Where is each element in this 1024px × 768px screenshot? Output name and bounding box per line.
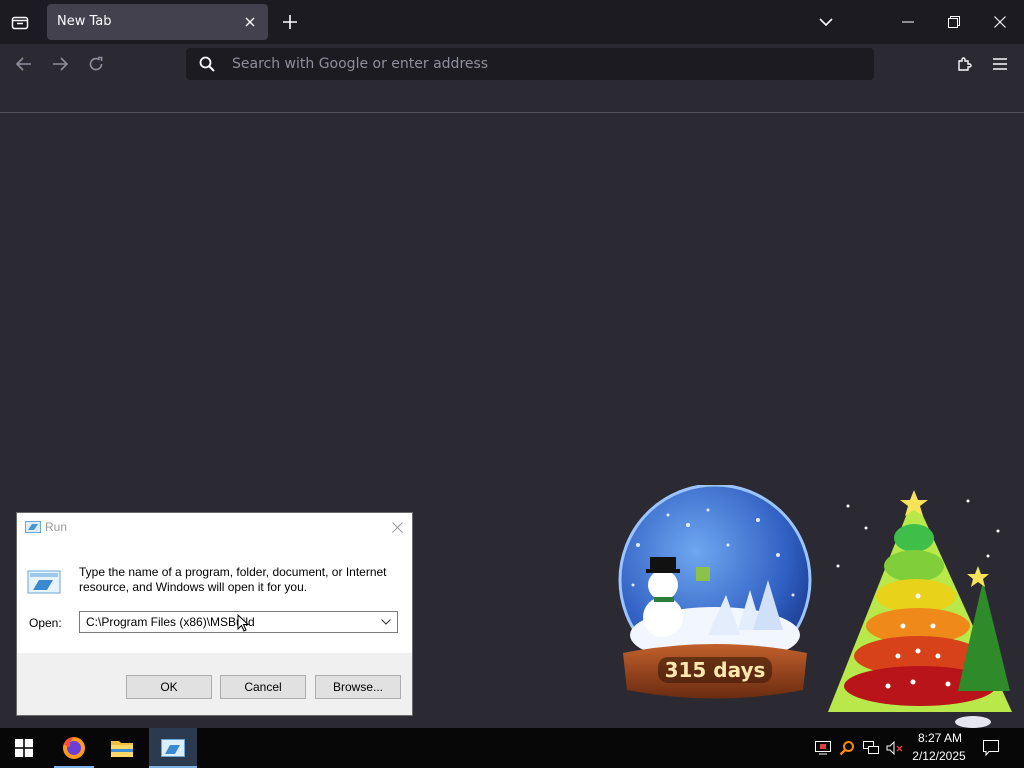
cancel-button[interactable]: Cancel	[220, 675, 306, 699]
browse-button[interactable]: Browse...	[315, 675, 401, 699]
open-input[interactable]: C:\Program Files (x86)\MSBuild	[86, 615, 255, 629]
ok-button[interactable]: OK	[126, 675, 212, 699]
firefox-view-icon[interactable]	[6, 8, 34, 36]
address-bar[interactable]	[186, 48, 874, 80]
christmas-tree-widget	[828, 490, 1012, 728]
url-input[interactable]	[232, 48, 832, 80]
bookmarks-toolbar	[0, 84, 1024, 113]
run-description: Type the name of a program, folder, docu…	[79, 565, 387, 594]
plus-icon[interactable]	[278, 8, 302, 36]
run-program-icon	[27, 569, 61, 600]
minimize-icon[interactable]	[894, 8, 922, 36]
reload-icon[interactable]	[82, 50, 110, 78]
clock-time[interactable]: 8:27 AM	[912, 731, 968, 745]
menu-icon[interactable]	[986, 50, 1014, 78]
volume-muted-icon[interactable]	[883, 728, 907, 768]
mouse-cursor-icon	[237, 613, 250, 637]
run-title: Run	[45, 520, 68, 534]
clock-date[interactable]: 2/12/2025	[908, 749, 970, 763]
run-body: Type the name of a program, folder, docu…	[17, 541, 412, 653]
search-tool-icon[interactable]	[835, 728, 859, 768]
windows-start-icon[interactable]	[0, 728, 48, 768]
network-icon[interactable]	[859, 728, 883, 768]
restore-icon[interactable]	[940, 8, 968, 36]
tab-bar: New Tab	[0, 0, 1024, 44]
open-label: Open:	[29, 616, 62, 630]
navigation-bar	[0, 44, 1024, 84]
close-icon[interactable]	[240, 12, 260, 32]
run-dialog: Run Type the name of a program, folder, …	[16, 512, 413, 716]
tab-title: New Tab	[57, 14, 112, 29]
firefox-icon[interactable]	[50, 728, 98, 768]
file-explorer-icon[interactable]	[98, 728, 146, 768]
forward-icon[interactable]	[46, 50, 74, 78]
chevron-down-icon[interactable]	[813, 8, 839, 36]
search-icon	[198, 55, 216, 73]
close-icon[interactable]	[386, 516, 408, 538]
run-taskbar-icon[interactable]	[149, 728, 197, 768]
countdown-text: 315 days	[665, 658, 766, 682]
chevron-down-icon[interactable]	[377, 613, 395, 631]
screen-icon[interactable]	[811, 728, 835, 768]
run-titlebar[interactable]: Run	[17, 513, 412, 541]
open-combobox[interactable]: C:\Program Files (x86)\MSBuild	[79, 611, 398, 633]
back-icon[interactable]	[10, 50, 38, 78]
snow-globe-widget: 315 days	[618, 485, 812, 699]
notification-icon[interactable]	[976, 728, 1006, 768]
taskbar: 8:27 AM 2/12/2025	[0, 728, 1024, 768]
extensions-icon[interactable]	[950, 50, 978, 78]
close-window-icon[interactable]	[986, 8, 1014, 36]
tab-new-tab[interactable]: New Tab	[47, 4, 268, 40]
run-icon	[25, 520, 41, 539]
